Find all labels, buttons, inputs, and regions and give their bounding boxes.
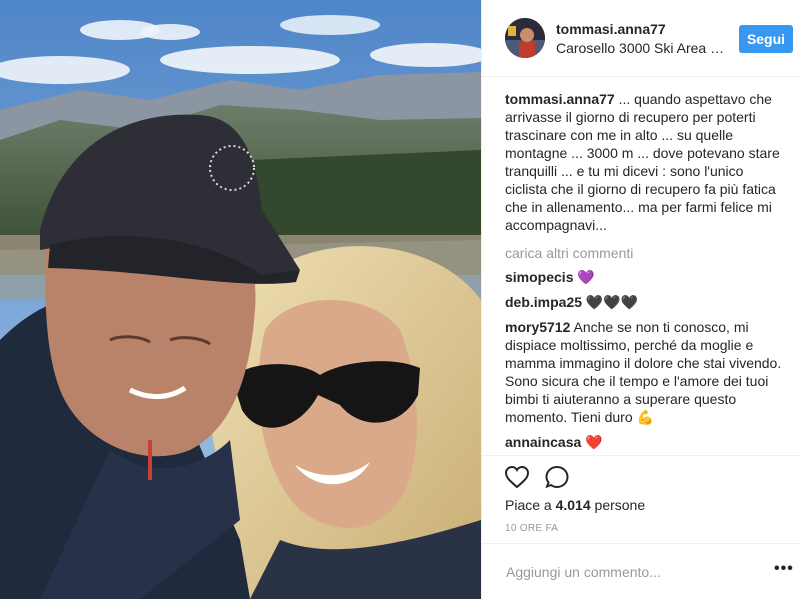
post-location[interactable]: Carosello 3000 Ski Area L... [556,40,726,56]
comment-username[interactable]: mory5712 [505,319,570,335]
avatar[interactable] [505,18,545,58]
likes-count[interactable]: Piace a 4.014 persone [505,497,645,513]
likes-prefix: Piace a [505,497,556,513]
caption-text: ... quando aspettavo che arrivasse il gi… [505,91,780,233]
selfie-image [0,0,481,599]
comment-item: deb.impa25 🖤🖤🖤 [505,293,785,311]
post-actions [482,455,800,489]
follow-button[interactable]: Segui [739,25,793,53]
post-photo[interactable] [0,0,481,599]
caption-username[interactable]: tommasi.anna77 [505,91,615,107]
comment-item: mory5712 Anche se non ti conosco, mi dis… [505,318,785,426]
comment-text: 🖤🖤🖤 [582,294,639,310]
avatar-image [505,18,545,58]
comment-username[interactable]: simopecis [505,269,573,285]
comment-username[interactable]: deb.impa25 [505,294,582,310]
add-comment-input[interactable] [504,561,748,583]
likes-number: 4.014 [555,497,591,513]
more-options-icon[interactable]: ••• [774,560,794,578]
post-timestamp[interactable]: 10 ORE FA [505,523,558,534]
post-header: tommasi.anna77 Carosello 3000 Ski Area L… [482,0,800,77]
likes-suffix: persone [590,497,646,513]
comment-username[interactable]: annaincasa [505,434,581,450]
post-caption: tommasi.anna77 ... quando aspettavo che … [505,90,785,234]
heart-icon[interactable] [504,465,530,494]
add-comment-bar: ••• [482,543,800,600]
comment-item: annaincasa ❤️ [505,433,785,451]
post-author-username[interactable]: tommasi.anna77 [556,21,666,37]
comment-item: simopecis 💜 [505,268,785,286]
comment-text: 💜 [573,269,595,285]
comment-text: ❤️ [581,434,603,450]
post-sidebar: tommasi.anna77 Carosello 3000 Ski Area L… [481,0,800,599]
comment-icon[interactable] [544,465,570,494]
comments-list: tommasi.anna77 ... quando aspettavo che … [505,90,785,458]
load-more-comments-link[interactable]: carica altri commenti [505,244,785,262]
